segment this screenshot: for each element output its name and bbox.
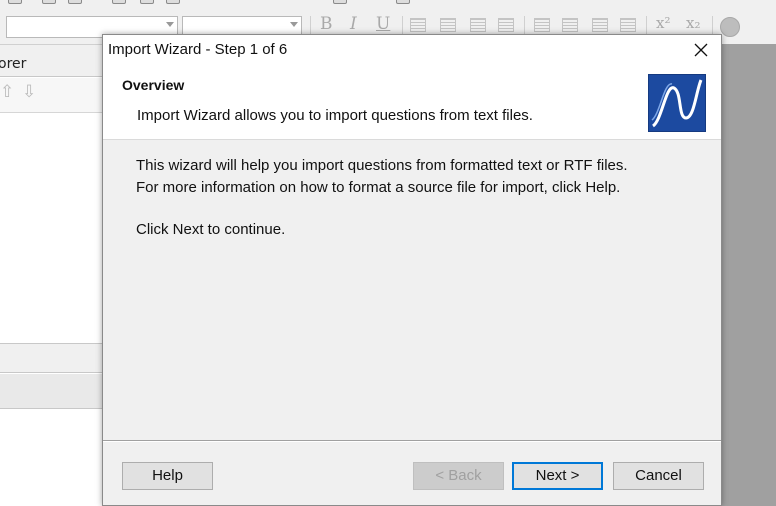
chevron-down-icon: [166, 22, 174, 27]
numbered-list-icon[interactable]: [534, 18, 550, 32]
cut-icon[interactable]: [112, 0, 126, 4]
image-icon[interactable]: [333, 0, 347, 4]
bullet-list-icon[interactable]: [562, 18, 578, 32]
superscript-icon[interactable]: x²: [656, 14, 670, 32]
align-right-icon[interactable]: [470, 18, 486, 32]
footer-divider: [103, 440, 721, 442]
wizard-step-title: Overview: [122, 77, 185, 93]
import-wizard-dialog: Import Wizard - Step 1 of 6 Overview Imp…: [102, 34, 722, 506]
next-button[interactable]: Next >: [512, 462, 603, 490]
align-center-icon[interactable]: [440, 18, 456, 32]
wizard-header: Overview Import Wizard allows you to imp…: [103, 65, 721, 140]
increase-indent-icon[interactable]: [620, 18, 636, 32]
body-text-line-3: Click Next to continue.: [136, 221, 286, 238]
italic-icon[interactable]: I: [350, 14, 357, 34]
explorer-panel: orer ⇧ ⇩: [0, 52, 105, 506]
subscript-icon[interactable]: x₂: [686, 14, 700, 32]
back-button[interactable]: < Back: [413, 462, 504, 490]
explorer-section-bar: [0, 374, 104, 409]
chevron-down-icon: [290, 22, 298, 27]
preview-icon[interactable]: [68, 0, 82, 4]
paste-icon[interactable]: [166, 0, 180, 4]
print-icon[interactable]: [42, 0, 56, 4]
save-icon[interactable]: [8, 0, 22, 4]
explorer-title-bar: orer: [0, 52, 104, 77]
body-text-line-1: This wizard will help you import questio…: [136, 157, 628, 174]
explorer-section-header: [0, 343, 104, 373]
align-left-icon[interactable]: [410, 18, 426, 32]
workspace-area: [722, 44, 776, 506]
close-button[interactable]: [681, 35, 721, 65]
help-button[interactable]: Help: [122, 462, 213, 490]
globe-icon[interactable]: [720, 17, 740, 37]
wizard-step-subtitle: Import Wizard allows you to import quest…: [137, 107, 533, 124]
close-icon: [694, 43, 708, 57]
dialog-title: Import Wizard - Step 1 of 6: [108, 41, 288, 58]
cancel-button[interactable]: Cancel: [613, 462, 704, 490]
explorer-title: orer: [0, 56, 27, 72]
decrease-indent-icon[interactable]: [592, 18, 608, 32]
bold-icon[interactable]: B: [320, 14, 333, 34]
explorer-toolbar: ⇧ ⇩: [0, 78, 104, 113]
arrow-up-icon[interactable]: ⇧: [0, 82, 14, 102]
copy-icon[interactable]: [140, 0, 154, 4]
app-logo-icon: [648, 74, 706, 132]
arrow-down-icon[interactable]: ⇩: [22, 82, 36, 102]
dialog-titlebar: Import Wizard - Step 1 of 6: [103, 35, 721, 65]
align-justify-icon[interactable]: [498, 18, 514, 32]
body-text-line-2: For more information on how to format a …: [136, 179, 621, 196]
table-icon[interactable]: [396, 0, 410, 4]
underline-icon[interactable]: U: [376, 14, 390, 34]
